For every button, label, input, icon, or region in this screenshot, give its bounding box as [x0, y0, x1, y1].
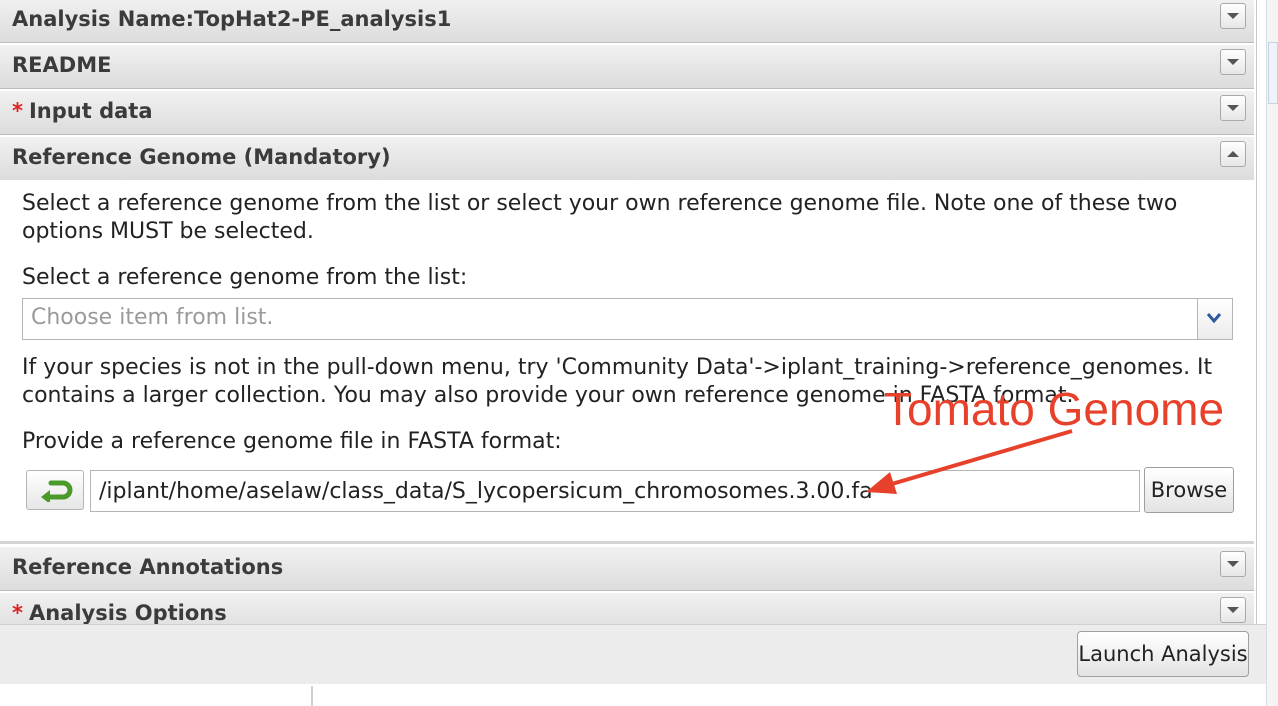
scrollbar-thumb[interactable]: [1268, 42, 1278, 104]
scrollbar[interactable]: [1266, 0, 1278, 706]
annotation-arrow-icon: [866, 429, 1073, 494]
launch-analysis-button[interactable]: Launch Analysis: [1077, 631, 1249, 677]
divider: [311, 686, 313, 706]
